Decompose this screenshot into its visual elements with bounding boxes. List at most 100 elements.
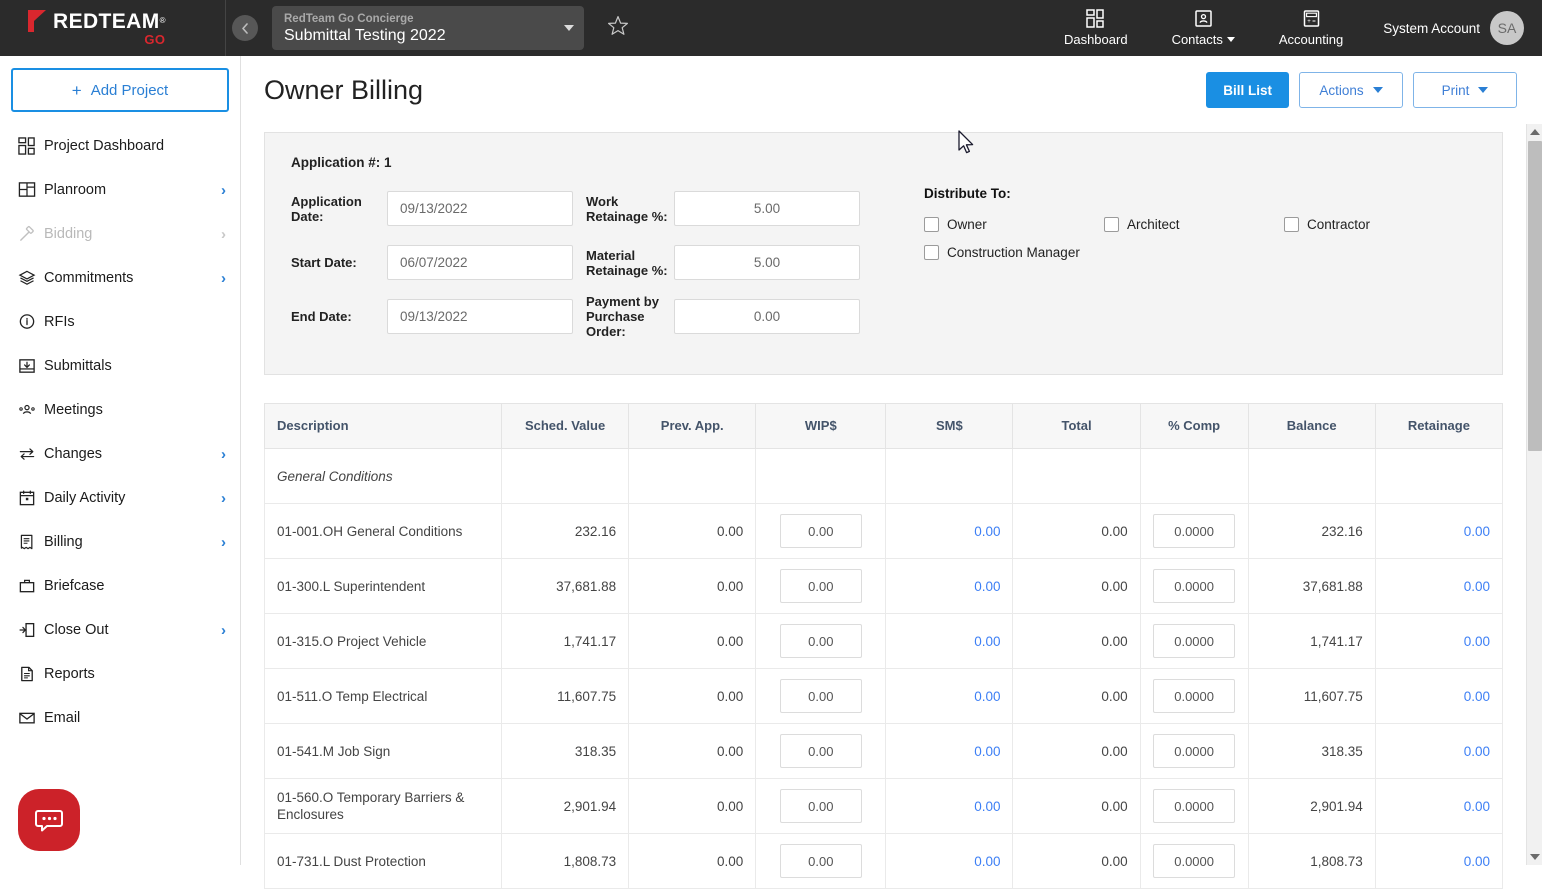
col-description[interactable]: Description xyxy=(265,404,502,449)
project-selector[interactable]: RedTeam Go Concierge Submittal Testing 2… xyxy=(272,6,584,50)
wip-input[interactable]: 0.00 xyxy=(780,679,862,713)
sm-link[interactable]: 0.00 xyxy=(974,579,1000,594)
pct-comp-input[interactable]: 0.0000 xyxy=(1153,514,1235,548)
checkbox-construction-manager[interactable]: Construction Manager xyxy=(924,241,1104,263)
nav-dashboard-label: Dashboard xyxy=(1064,32,1128,47)
retainage-link[interactable]: 0.00 xyxy=(1464,524,1490,539)
chat-bubble-icon xyxy=(32,803,66,837)
sidebar-item-briefcase[interactable]: Briefcase xyxy=(0,564,240,608)
col-wip[interactable]: WIP$ xyxy=(756,404,886,449)
cell-sm: 0.00 xyxy=(886,834,1013,889)
nav-dashboard[interactable]: Dashboard xyxy=(1042,0,1150,56)
pct-comp-input[interactable]: 0.0000 xyxy=(1153,734,1235,768)
wip-input[interactable]: 0.00 xyxy=(780,734,862,768)
wip-input[interactable]: 0.00 xyxy=(780,624,862,658)
application-date-input[interactable]: 09/13/2022 xyxy=(387,191,573,226)
billing-content: Application #: 1 Application Date: 09/13… xyxy=(241,124,1506,889)
checkbox-box-icon[interactable] xyxy=(1104,217,1119,232)
checkbox-owner[interactable]: Owner xyxy=(924,213,1104,235)
retainage-link[interactable]: 0.00 xyxy=(1464,854,1490,869)
sidebar-item-changes[interactable]: Changes › xyxy=(0,432,240,476)
sidebar-item-commitments[interactable]: Commitments › xyxy=(0,256,240,300)
cell-sched-value: 11,607.75 xyxy=(502,669,629,724)
col-sm[interactable]: SM$ xyxy=(886,404,1013,449)
col-pct-comp[interactable]: % Comp xyxy=(1140,404,1248,449)
col-prev-app[interactable]: Prev. App. xyxy=(629,404,756,449)
pct-comp-input[interactable]: 0.0000 xyxy=(1153,624,1235,658)
sidebar-item-label: Planroom xyxy=(44,182,221,198)
nav-accounting[interactable]: + = Accounting xyxy=(1257,0,1365,56)
print-dropdown-button[interactable]: Print xyxy=(1413,72,1517,108)
col-retainage[interactable]: Retainage xyxy=(1375,404,1502,449)
wip-input[interactable]: 0.00 xyxy=(780,514,862,548)
sm-link[interactable]: 0.00 xyxy=(974,799,1000,814)
sm-link[interactable]: 0.00 xyxy=(974,524,1000,539)
cell-wip: 0.00 xyxy=(756,669,886,724)
retainage-link[interactable]: 0.00 xyxy=(1464,579,1490,594)
checkbox-box-icon[interactable] xyxy=(1284,217,1299,232)
retainage-link[interactable]: 0.00 xyxy=(1464,689,1490,704)
payment-by-po-input[interactable]: 0.00 xyxy=(674,299,860,334)
checkbox-box-icon[interactable] xyxy=(924,217,939,232)
sidebar-item-meetings[interactable]: Meetings xyxy=(0,388,240,432)
sidebar-item-billing[interactable]: Billing › xyxy=(0,520,240,564)
sidebar-item-rfis[interactable]: RFIs xyxy=(0,300,240,344)
cell-balance: 232.16 xyxy=(1248,504,1375,559)
checkbox-architect[interactable]: Architect xyxy=(1104,213,1284,235)
pct-comp-input[interactable]: 0.0000 xyxy=(1153,844,1235,878)
wip-input[interactable]: 0.00 xyxy=(780,569,862,603)
favorite-star-button[interactable] xyxy=(606,14,630,43)
sm-link[interactable]: 0.00 xyxy=(974,634,1000,649)
account-menu[interactable]: System Account SA xyxy=(1383,11,1524,45)
retainage-link[interactable]: 0.00 xyxy=(1464,799,1490,814)
table-row: 01-731.L Dust Protection1,808.730.000.00… xyxy=(265,834,1503,889)
checkbox-contractor[interactable]: Contractor xyxy=(1284,213,1464,235)
cell-description: 01-560.O Temporary Barriers & Enclosures xyxy=(265,779,502,834)
chat-support-button[interactable] xyxy=(18,789,80,851)
scroll-down-button[interactable] xyxy=(1527,849,1542,865)
cell-description: 01-541.M Job Sign xyxy=(265,724,502,779)
work-retainage-input[interactable]: 5.00 xyxy=(674,191,860,226)
wip-input[interactable]: 0.00 xyxy=(780,844,862,878)
material-retainage-input[interactable]: 5.00 xyxy=(674,245,860,280)
col-total[interactable]: Total xyxy=(1013,404,1140,449)
sm-link[interactable]: 0.00 xyxy=(974,744,1000,759)
vertical-scrollbar[interactable] xyxy=(1526,124,1542,865)
sidebar-item-planroom[interactable]: Planroom › xyxy=(0,168,240,212)
pct-comp-input[interactable]: 0.0000 xyxy=(1153,679,1235,713)
cell-sched-value: 232.16 xyxy=(502,504,629,559)
retainage-link[interactable]: 0.00 xyxy=(1464,744,1490,759)
sidebar-item-submittals[interactable]: Submittals xyxy=(0,344,240,388)
add-project-button[interactable]: + Add Project xyxy=(11,68,229,112)
cell-pct-comp: 0.0000 xyxy=(1140,669,1248,724)
sm-link[interactable]: 0.00 xyxy=(974,689,1000,704)
nav-contacts[interactable]: Contacts xyxy=(1150,0,1257,56)
col-sched-value[interactable]: Sched. Value xyxy=(502,404,629,449)
scrollbar-thumb[interactable] xyxy=(1528,141,1542,451)
wip-input[interactable]: 0.00 xyxy=(780,789,862,823)
redteam-go-logo[interactable]: REDTEAM ® GO xyxy=(0,0,225,56)
end-date-row: End Date: 09/13/2022 xyxy=(291,294,586,339)
actions-dropdown-button[interactable]: Actions xyxy=(1299,72,1403,108)
avatar[interactable]: SA xyxy=(1490,11,1524,45)
start-date-input[interactable]: 06/07/2022 xyxy=(387,245,573,280)
sidebar-item-project-dashboard[interactable]: Project Dashboard xyxy=(0,124,240,168)
checkbox-box-icon[interactable] xyxy=(924,245,939,260)
sidebar-collapse-button[interactable] xyxy=(232,15,258,41)
end-date-input[interactable]: 09/13/2022 xyxy=(387,299,573,334)
work-retainage-label: Work Retainage %: xyxy=(586,194,674,224)
bill-list-button[interactable]: Bill List xyxy=(1206,72,1289,108)
layers-icon xyxy=(18,269,44,287)
col-balance[interactable]: Balance xyxy=(1248,404,1375,449)
sidebar-item-label: Billing xyxy=(44,534,221,550)
pct-comp-input[interactable]: 0.0000 xyxy=(1153,789,1235,823)
sm-link[interactable]: 0.00 xyxy=(974,854,1000,869)
retainage-link[interactable]: 0.00 xyxy=(1464,634,1490,649)
scroll-up-button[interactable] xyxy=(1527,124,1542,140)
sidebar-item-email[interactable]: Email xyxy=(0,696,240,740)
sidebar-item-daily-activity[interactable]: Daily Activity › xyxy=(0,476,240,520)
sidebar-item-close-out[interactable]: Close Out › xyxy=(0,608,240,652)
cell-prev-app: 0.00 xyxy=(629,779,756,834)
sidebar-item-reports[interactable]: Reports xyxy=(0,652,240,696)
pct-comp-input[interactable]: 0.0000 xyxy=(1153,569,1235,603)
